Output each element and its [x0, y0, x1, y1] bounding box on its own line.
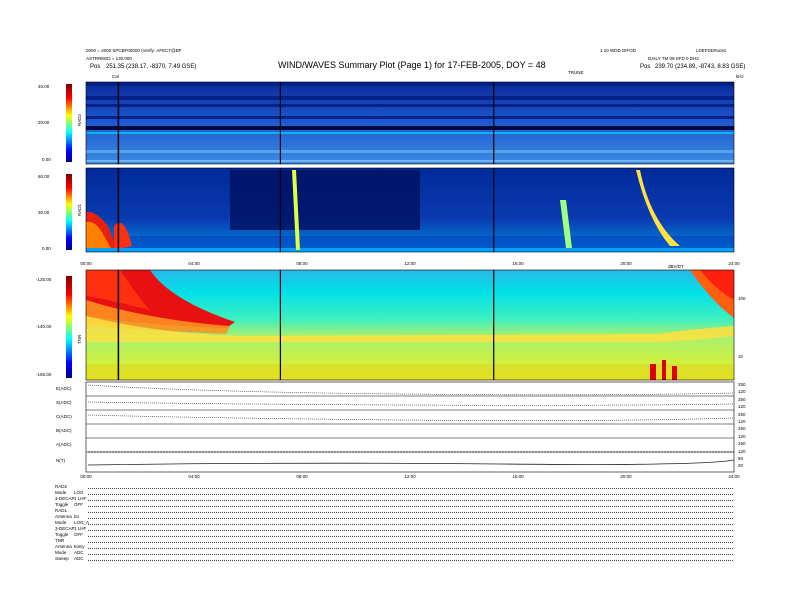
x-tick-label: 20:00 — [620, 474, 632, 479]
stacked-label-c: C(ADC) — [56, 414, 72, 419]
x-tick-label: 24:00 — [728, 474, 740, 479]
notes-dotted-line — [88, 530, 733, 531]
notes-row-value: LOG — [74, 490, 84, 495]
tnr-unit-label: dBV/DT — [668, 264, 684, 269]
stacked-right-tick: 120 — [738, 419, 746, 424]
rad1-colorbar — [66, 174, 72, 250]
notes-row-value: OFF — [74, 532, 83, 537]
notes-dotted-line — [88, 548, 733, 549]
stacked-right-tick: 250 — [738, 382, 746, 387]
stacked-label-s: S(ADC) — [56, 400, 72, 405]
tnr-tick-mid: -140.00 — [36, 324, 52, 329]
notes-dotted-line — [88, 494, 733, 495]
notes-row-key: Antenna — [55, 514, 72, 519]
stacked-right-tick: 20 — [738, 463, 744, 469]
tnr-right-tick-100: 100 — [738, 296, 746, 301]
stacked-right-tick: 120 — [738, 433, 746, 439]
stacked-label-e: E(ADC) — [56, 386, 72, 391]
tnr-label: TNR — [77, 334, 82, 344]
notes-group-title: RAD2 — [55, 484, 68, 489]
stacked-label-n: N(T) — [56, 458, 65, 463]
notes-row-key: Mode — [55, 550, 67, 555]
notes-row-key: 3-DECAP — [55, 526, 75, 531]
x-tick-label: 16:00 — [512, 261, 524, 266]
notes-row-value: 1 LHF — [74, 526, 87, 531]
x-tick-label: 08:00 — [296, 261, 308, 266]
rad1-tick-bottom: 0.00 — [42, 246, 51, 251]
notes-dotted-line — [88, 554, 733, 555]
notes-row-value: ADC — [74, 556, 84, 561]
notes-dotted-line — [88, 536, 733, 537]
rad1-tick-top: 60.00 — [38, 174, 50, 179]
stacked-right-tick: 120 — [738, 389, 746, 395]
notes-row-value: ExEy — [74, 544, 85, 549]
x-tick-label: 04:00 — [188, 474, 200, 479]
x-tick-label: 24:00 — [728, 261, 740, 266]
stacked-label-a: A(ADC) — [56, 442, 72, 447]
notes-row-key: 3-DECAP — [55, 496, 75, 501]
notes-dotted-line — [88, 524, 733, 525]
rad2-spectrogram — [86, 82, 734, 164]
stacked-timeseries — [85, 381, 735, 473]
stacked-right-tick: 250 — [738, 441, 746, 447]
tnr-spectrogram — [86, 270, 734, 380]
tnr-tick-bottom: -155.00 — [36, 372, 52, 377]
x-tick-label: 16:00 — [512, 474, 524, 479]
notes-row-value: Ex — [74, 514, 80, 519]
rad2-label: RAD2 — [77, 113, 82, 126]
x-axis-ticks-bottom: 00:00 04:00 08:00 12:00 16:00 20:00 24:00 — [80, 474, 740, 479]
stacked-right-tick: 250 — [738, 426, 746, 432]
notes-row-key: Sweep — [55, 556, 69, 561]
notes-dotted-line — [88, 488, 733, 489]
notes-row-key: Mode — [55, 520, 67, 525]
x-tick-label: 12:00 — [404, 261, 416, 266]
stacked-right-tick: 50 — [738, 456, 744, 461]
notes-dotted-line — [88, 542, 733, 543]
notes-row-value: LOG_A — [74, 520, 90, 525]
notes-row-value: ADC — [74, 550, 84, 555]
stacked-right-tick: 250 — [738, 396, 746, 402]
tnr-right-tick-10: 10 — [738, 354, 744, 359]
notes-row-key: Antenna — [55, 544, 72, 549]
rad2-tick-top: 40.00 — [38, 84, 50, 89]
rad2-tick-bottom: 0.00 — [42, 157, 51, 162]
notes-group-title: TNR — [55, 538, 65, 543]
notes-row-key: Toggle — [55, 532, 69, 537]
x-tick-label: 00:00 — [80, 261, 92, 266]
x-axis-ticks-top: 00:00 04:00 08:00 12:00 16:00 20:00 24:00 — [80, 261, 740, 266]
x-tick-label: 20:00 — [620, 261, 632, 266]
stacked-right-tick: 250 — [738, 411, 746, 417]
tnr-tick-top: -125.00 — [36, 277, 52, 282]
stacked-label-b: B(ADC) — [56, 428, 72, 433]
stacked-right-tick: 120 — [738, 448, 746, 454]
x-tick-label: 12:00 — [404, 474, 416, 479]
tnr-colorbar — [66, 276, 72, 378]
notes-group-title: RAD1 — [55, 508, 68, 513]
notes-row-key: Toggle — [55, 502, 69, 507]
notes-row-value: 1 LHF — [74, 496, 87, 501]
rad1-label: RAD1 — [77, 203, 82, 216]
x-tick-label: 08:00 — [296, 474, 308, 479]
notes-row-value: OFF — [74, 502, 83, 507]
notes-dotted-line — [88, 512, 733, 513]
notes-dotted-line — [88, 560, 733, 561]
notes-dotted-line — [88, 518, 733, 519]
notes-row-key: Mode — [55, 490, 67, 495]
stacked-right-tick: 120 — [738, 404, 746, 410]
notes-dotted-line — [88, 500, 733, 501]
notes-dotted-line — [88, 506, 733, 507]
summary-plot: 00:00 04:00 08:00 12:00 16:00 20:00 24:00 00:0… — [66, 81, 740, 479]
x-tick-label: 04:00 — [188, 261, 200, 266]
rad1-tick-mid: 30.00 — [38, 210, 50, 215]
rad2-tick-mid: 20.00 — [38, 120, 50, 125]
rad2-colorbar — [66, 84, 72, 162]
rad1-spectrogram — [86, 168, 734, 252]
x-tick-label: 00:00 — [80, 474, 92, 479]
